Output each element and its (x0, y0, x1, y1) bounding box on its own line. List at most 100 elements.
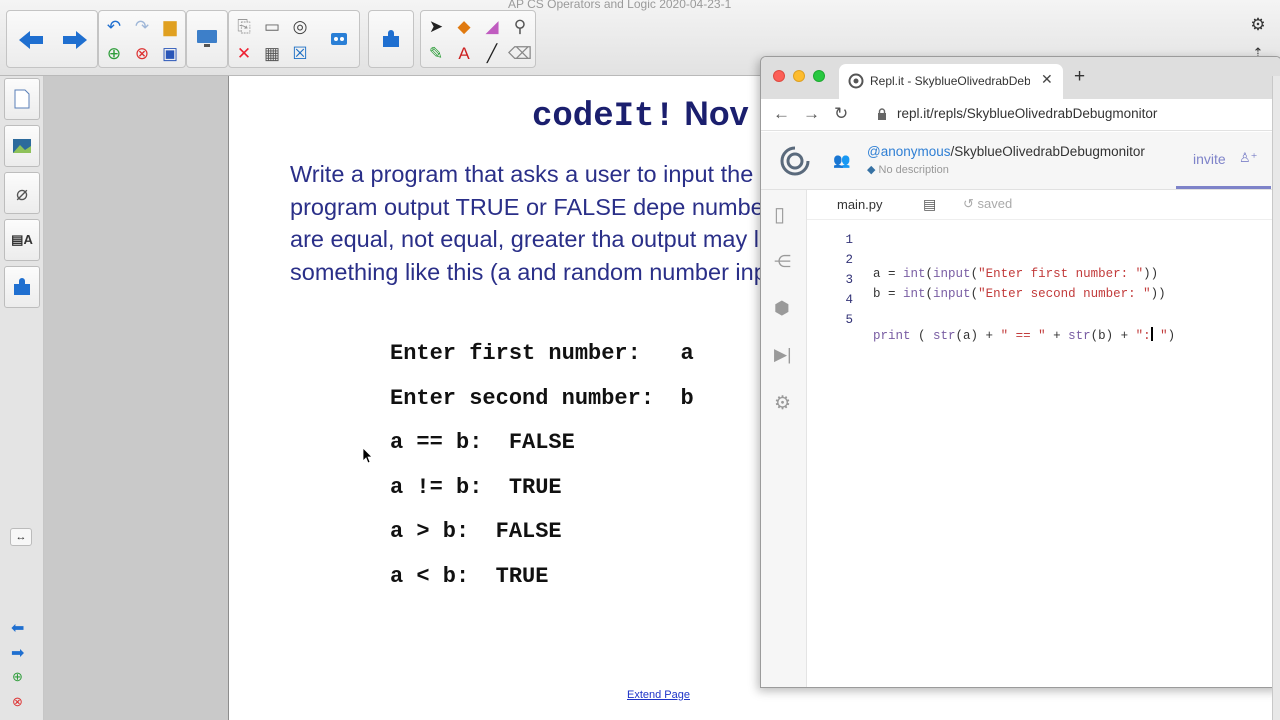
eraser-b-button[interactable]: ⌫ (507, 41, 533, 65)
bottom-add-page-button[interactable]: ⊕ (12, 669, 23, 685)
bottom-next-page-button[interactable]: ➡ (11, 643, 24, 663)
eraser-button[interactable]: ◢ (479, 14, 505, 38)
bottom-prev-page-button[interactable]: ⬅ (11, 618, 24, 638)
repl-name[interactable]: /SkyblueOlivedrabDebugmonitor (951, 144, 1145, 159)
browser-window: Repl.it - SkyblueOlivedrabDebi ✕ + ← → ↻… (760, 56, 1280, 688)
invite-label: invite (1193, 151, 1226, 167)
properties-tab[interactable]: ▤A (4, 219, 40, 261)
settings-button[interactable]: ⚙ (1245, 12, 1271, 36)
file-options-button[interactable]: ▤ (923, 196, 936, 213)
add-user-icon: ♙⁺ (1239, 150, 1258, 165)
code-line: 4 (807, 279, 1280, 307)
bottom-delete-page-button[interactable]: ⊗ (12, 694, 23, 710)
repl-owner[interactable]: @anonymous (867, 144, 951, 159)
forward-button[interactable]: → (803, 104, 820, 124)
mouse-cursor-icon (362, 447, 373, 464)
workspace-margin (44, 76, 228, 720)
redo-button[interactable]: ↷ (129, 14, 155, 38)
code-text: print ( str(a) + " == " + str(b) + ": ") (873, 327, 1176, 343)
sample-line-5: a > b: FALSE (390, 519, 562, 544)
version-control-button[interactable]: ⋲ (774, 252, 791, 272)
arrow-left-icon (19, 31, 43, 49)
display-screen-button[interactable] (187, 19, 227, 59)
insert-table-button[interactable]: ▦ (259, 41, 285, 65)
pens-icon: ✎ (428, 43, 444, 63)
recognize-icon: ◎ (292, 16, 308, 36)
step-icon: ▶| (774, 345, 792, 364)
sample-line-4: a != b: TRUE (390, 475, 562, 500)
reload-button[interactable]: ↻ (834, 104, 848, 124)
code-line: 3 b = int(input("Enter second number: ")… (807, 259, 1280, 301)
display-group (186, 10, 228, 68)
minimize-window-button[interactable] (793, 70, 805, 82)
add-page-icon: ⊕ (106, 43, 122, 63)
close-button[interactable]: ☒ (287, 41, 313, 65)
paste-button[interactable]: ⎘ (231, 14, 257, 38)
close-box-icon: ☒ (292, 43, 308, 63)
slide-title-rest: Nov (684, 95, 749, 133)
settings-panel-button[interactable]: ⚙ (774, 392, 791, 415)
multiplayer-icon[interactable]: 👥 (833, 152, 850, 169)
recognize-button[interactable]: ◎ (287, 14, 313, 38)
screen-capture-button[interactable] (319, 19, 359, 59)
save-button[interactable]: ▣ (157, 41, 183, 65)
attachments-tab[interactable]: ⌀ (4, 172, 40, 214)
history-icon: ↺ (963, 196, 974, 211)
redo-icon: ↷ (134, 16, 150, 36)
invite-button[interactable]: invite ♙⁺ (1176, 132, 1271, 189)
gear-icon: ⚙ (1250, 14, 1266, 34)
slide-title-code: codeIt! (532, 98, 675, 136)
undo-button[interactable]: ↶ (101, 14, 127, 38)
debugger-button[interactable]: ▶| (774, 345, 792, 365)
text-button[interactable]: A (451, 41, 477, 65)
page-icon (14, 89, 30, 109)
code-line: 1 (807, 219, 1280, 247)
packages-button[interactable]: ⬢ (774, 298, 790, 319)
edit-group: ↶ ↷ ▆ ⊕ ⊗ ▣ (98, 10, 186, 68)
close-icon: ✕ (1041, 71, 1053, 87)
side-tab-bar: ⌀ ▤A ↔ ⬅ ➡ ⊕ ⊗ (0, 76, 44, 720)
close-window-button[interactable] (773, 70, 785, 82)
undo-icon: ↶ (106, 16, 122, 36)
fill-button[interactable]: ⚲ (507, 14, 533, 38)
files-button[interactable]: ▯ (774, 202, 785, 227)
repl-description[interactable]: ◆ No description (867, 163, 949, 176)
pens-button[interactable]: ✎ (423, 41, 449, 65)
document-icon: ▤ (923, 196, 937, 212)
arrow-left-small-icon: ⬅ (11, 620, 25, 637)
puzzle-tab-icon (14, 278, 30, 295)
previous-page-button[interactable] (11, 20, 51, 60)
back-button[interactable]: ← (773, 104, 790, 124)
next-page-button[interactable] (55, 20, 95, 60)
addons-tab[interactable] (4, 266, 40, 308)
line-button[interactable]: ╱ (479, 41, 505, 65)
page-scrollbar[interactable] (1272, 76, 1280, 720)
gallery-tab[interactable] (4, 125, 40, 167)
screen-shade-button[interactable]: ▭ (259, 14, 285, 38)
addons-button[interactable] (371, 19, 411, 59)
select-button[interactable]: ➤ (423, 14, 449, 38)
screen-shade-icon: ▭ (263, 16, 281, 36)
tab-title: Repl.it - SkyblueOlivedrabDebi (870, 74, 1030, 88)
delete-page-button[interactable]: ⊗ (129, 41, 155, 65)
repl-description-text: No description (878, 164, 949, 176)
python-icon: ◆ (867, 164, 876, 176)
browser-tab[interactable]: Repl.it - SkyblueOlivedrabDebi ✕ (839, 64, 1063, 99)
shapes-button[interactable]: ◆ (451, 14, 477, 38)
expand-sidebar-button[interactable]: ↔ (10, 528, 32, 546)
open-file-button[interactable]: ▆ (157, 14, 183, 38)
new-tab-button[interactable]: + (1074, 66, 1085, 88)
page-sorter-tab[interactable] (4, 78, 40, 120)
delete-button[interactable]: ✕ (231, 41, 257, 65)
extend-page-link[interactable]: Extend Page (627, 689, 690, 701)
maximize-window-button[interactable] (813, 70, 825, 82)
lock-icon (878, 108, 886, 120)
add-page-button[interactable]: ⊕ (101, 41, 127, 65)
file-tab-main[interactable]: main.py (837, 197, 883, 212)
arrow-left-icon: ← (773, 104, 790, 123)
replit-logo[interactable] (779, 145, 811, 177)
sample-line-6: a < b: TRUE (390, 564, 549, 589)
url-field[interactable]: repl.it/repls/SkyblueOlivedrabDebugmonit… (897, 106, 1157, 121)
sample-line-2: Enter second number: b (390, 386, 694, 411)
close-tab-button[interactable]: ✕ (1041, 71, 1053, 88)
